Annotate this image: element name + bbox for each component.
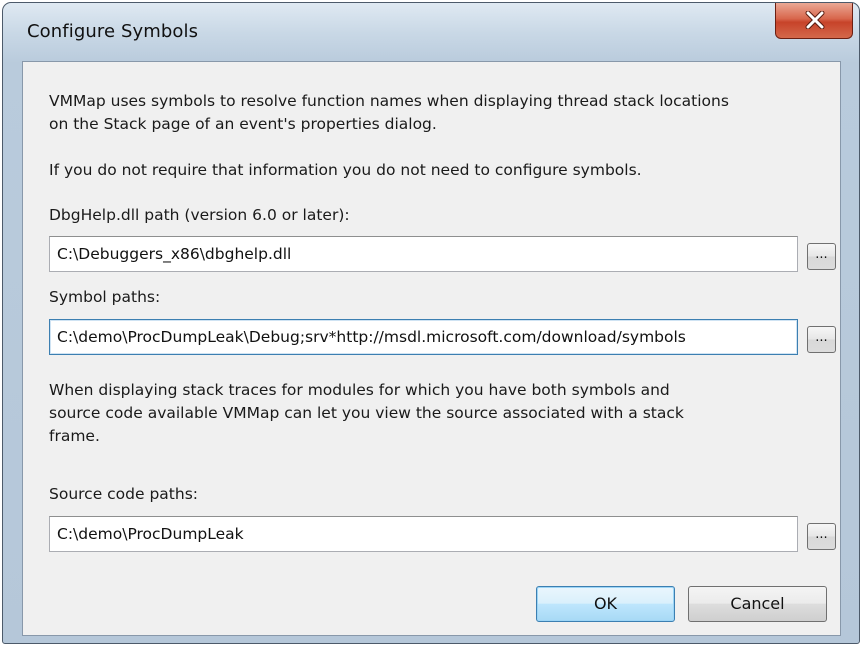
- intro-text-line-2: on the Stack page of an event's properti…: [49, 115, 437, 133]
- close-button[interactable]: [775, 3, 853, 39]
- close-icon: [805, 11, 825, 29]
- intro-text-line-1: VMMap uses symbols to resolve function n…: [49, 92, 729, 110]
- source-paths-browse-button[interactable]: ...: [807, 523, 836, 550]
- source-paths-label: Source code paths:: [49, 485, 199, 503]
- source-note-line-2: source code available VMMap can let you …: [49, 404, 684, 422]
- ok-button[interactable]: OK: [536, 586, 675, 622]
- source-note-line-1: When displaying stack traces for modules…: [49, 381, 670, 399]
- configure-symbols-dialog: Configure Symbols VMMap uses symbols to …: [2, 2, 860, 644]
- dialog-body: VMMap uses symbols to resolve function n…: [22, 61, 841, 636]
- source-paths-input[interactable]: C:\demo\ProcDumpLeak: [49, 516, 798, 552]
- source-note-line-3: frame.: [49, 427, 100, 445]
- window-title: Configure Symbols: [27, 21, 199, 42]
- symbol-paths-label: Symbol paths:: [49, 288, 161, 306]
- dbghelp-browse-button[interactable]: ...: [807, 243, 836, 270]
- cancel-button[interactable]: Cancel: [688, 586, 827, 622]
- symbol-paths-browse-button[interactable]: ...: [807, 326, 836, 353]
- dbghelp-path-label: DbgHelp.dll path (version 6.0 or later):: [49, 206, 350, 224]
- intro-note: If you do not require that information y…: [49, 161, 642, 179]
- dbghelp-path-input[interactable]: C:\Debuggers_x86\dbghelp.dll: [49, 236, 798, 272]
- symbol-paths-input[interactable]: C:\demo\ProcDumpLeak\Debug;srv*http://ms…: [49, 319, 798, 355]
